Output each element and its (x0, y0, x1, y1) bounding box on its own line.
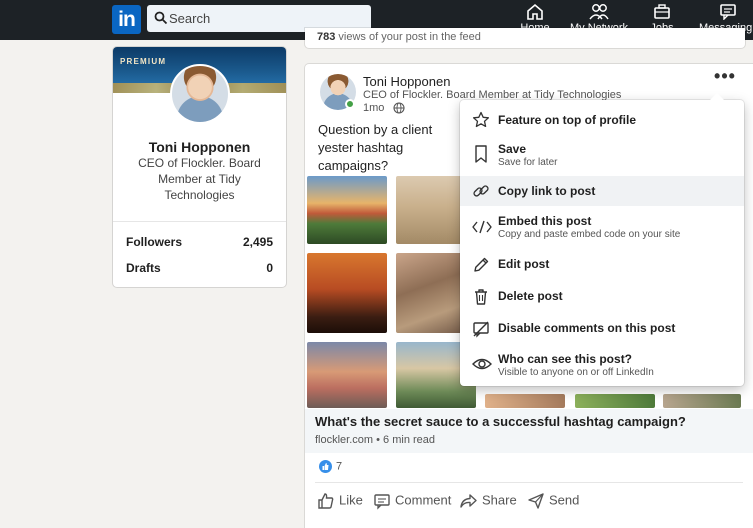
send-label: Send (549, 492, 580, 508)
online-status-dot (345, 99, 355, 109)
menu-item-label: Embed this post (498, 214, 592, 228)
search-icon (154, 11, 168, 25)
code-icon (472, 220, 492, 234)
trash-icon (475, 289, 487, 305)
divider (315, 482, 743, 483)
stat-followers[interactable]: Followers 2,495 (126, 235, 273, 249)
menu-item-sublabel: Save for later (498, 157, 558, 168)
send-icon (528, 493, 544, 509)
menu-item-disable-comments[interactable]: Disable comments on this post (460, 314, 744, 344)
like-button[interactable]: Like (317, 492, 363, 510)
views-count: 783 (317, 31, 336, 43)
stat-value: 2,495 (242, 235, 273, 249)
link-icon (473, 185, 489, 197)
bookmark-icon (475, 145, 487, 163)
menu-item-label: Feature on top of profile (498, 113, 636, 127)
divider (113, 221, 286, 222)
post-time: 1mo (363, 102, 385, 114)
menu-item-label: Copy link to post (498, 184, 596, 198)
linkedin-logo[interactable]: in (112, 5, 141, 34)
post-views-card[interactable]: 783 views of your post in the feed (305, 28, 745, 48)
menu-item-sublabel: Visible to anyone on or off LinkedIn (498, 367, 654, 378)
article-title: What's the secret sauce to a successful … (315, 414, 686, 429)
avatar[interactable] (170, 64, 230, 124)
article-link[interactable]: What's the secret sauce to a successful … (305, 409, 753, 453)
post-views-text: 783 views of your post in the feed (317, 31, 481, 43)
share-icon (460, 494, 477, 508)
menu-item-label: Who can see this post? (498, 352, 633, 366)
chat-icon (720, 4, 736, 20)
share-button[interactable]: Share (459, 492, 517, 510)
menu-item-save[interactable]: Save Save for later (460, 136, 744, 174)
profile-card: PREMIUM Toni Hopponen CEO of Flockler. B… (113, 47, 286, 287)
artwork-image[interactable] (485, 394, 565, 408)
like-label: Like (339, 492, 363, 508)
artwork-image[interactable] (307, 253, 387, 333)
menu-item-embed[interactable]: Embed this post Copy and paste embed cod… (460, 208, 744, 248)
artwork-image[interactable] (575, 394, 655, 408)
menu-item-label: Delete post (498, 289, 563, 303)
stat-drafts[interactable]: Drafts 0 (126, 261, 273, 275)
stat-label: Drafts (126, 261, 161, 275)
stat-label: Followers (126, 235, 183, 249)
profile-headline: CEO of Flockler. Board Member at Tidy Te… (138, 156, 261, 202)
menu-item-sublabel: Copy and paste embed code on your site (498, 229, 681, 240)
briefcase-icon (654, 4, 670, 19)
share-label: Share (482, 492, 517, 508)
premium-badge: PREMIUM (120, 57, 167, 66)
reactions-summary[interactable]: 7 (319, 460, 342, 473)
send-button[interactable]: Send (527, 492, 579, 510)
post-text: Question by a client yester hashtag camp… (318, 122, 433, 173)
post-options-menu: Feature on top of profile Save Save for … (460, 93, 744, 386)
comment-label: Comment (395, 492, 452, 508)
stat-value: 0 (266, 261, 273, 275)
reaction-count: 7 (336, 460, 343, 473)
pencil-icon (474, 257, 489, 272)
menu-item-label: Disable comments on this post (498, 321, 676, 335)
menu-item-edit-post[interactable]: Edit post (460, 250, 744, 280)
comment-icon (374, 494, 390, 510)
star-icon (472, 111, 490, 128)
menu-item-label: Save (498, 142, 527, 156)
home-icon (527, 3, 543, 20)
author-name[interactable]: Toni Hopponen (363, 74, 450, 89)
globe-icon (393, 102, 405, 114)
like-reaction-icon (319, 460, 332, 473)
menu-item-copy-link[interactable]: Copy link to post (460, 176, 744, 206)
thumbs-up-icon (318, 493, 334, 509)
comment-off-icon (473, 321, 489, 338)
menu-item-visibility[interactable]: Who can see this post? Visible to anyone… (460, 346, 744, 384)
menu-item-feature-on-profile[interactable]: Feature on top of profile (460, 104, 744, 134)
artwork-image[interactable] (307, 176, 387, 244)
views-label: views of your post in the feed (338, 31, 481, 43)
artwork-image[interactable] (307, 342, 387, 408)
profile-name[interactable]: Toni Hopponen (113, 139, 286, 155)
menu-item-label: Edit post (498, 257, 550, 271)
artwork-image[interactable] (663, 394, 741, 408)
post-more-button[interactable]: ••• (713, 67, 737, 90)
article-source: flockler.com • 6 min read (315, 434, 436, 446)
comment-button[interactable]: Comment (373, 492, 451, 510)
menu-item-delete-post[interactable]: Delete post (460, 282, 744, 312)
eye-icon (472, 358, 492, 370)
people-icon (589, 4, 609, 20)
